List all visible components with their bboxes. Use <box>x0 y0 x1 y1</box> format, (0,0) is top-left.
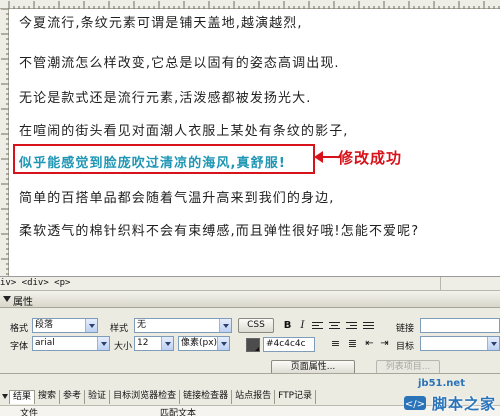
properties-header[interactable]: 属性 <box>0 291 500 308</box>
design-view[interactable]: 今夏流行,条纹元素可谓是铺天盖地,越演越烈, 不管潮流怎么样改变,它总是以固有的… <box>0 0 500 276</box>
tab-ftp-log[interactable]: FTP记录 <box>275 390 317 404</box>
align-justify-icon[interactable] <box>363 320 374 331</box>
window-size-area <box>440 277 500 290</box>
tab-link-checker[interactable]: 链接检查器 <box>180 390 233 404</box>
color-picker-swatch[interactable] <box>246 338 260 352</box>
size-label: 大小 <box>114 342 133 352</box>
align-center-icon[interactable] <box>329 320 340 331</box>
target-label: 目标 <box>396 342 415 352</box>
tab-search[interactable]: 搜索 <box>35 390 61 404</box>
properties-panel: 属性 格式 段落 样式 无 CSS B I 链接 字体 arial 大小 12 … <box>0 291 500 375</box>
css-button[interactable]: CSS <box>238 318 274 333</box>
chevron-down-icon <box>97 337 109 350</box>
paragraph[interactable]: 柔软透气的棉针织料不会有束缚感,而且弹性很好哦!怎能不爱呢? <box>19 220 419 239</box>
horizontal-ruler <box>0 0 500 9</box>
watermark-logo-icon: </> <box>404 396 426 410</box>
paragraph[interactable]: 简单的百搭单品都会随着气温升高来到我们的身边, <box>19 187 334 206</box>
column-file[interactable]: 文件 <box>20 406 38 416</box>
tab-reference[interactable]: 参考 <box>60 390 86 404</box>
style-label: 样式 <box>110 324 129 334</box>
tab-site-reports[interactable]: 站点报告 <box>232 390 276 404</box>
ordered-list-icon[interactable]: ≣ <box>346 337 359 350</box>
paragraph[interactable]: 无论是款式还是流行元素,活泼感都被发扬光大. <box>19 87 311 106</box>
outdent-icon[interactable]: ⇤ <box>363 337 376 350</box>
align-right-icon[interactable] <box>346 320 357 331</box>
unit-select-value: 像素(px) <box>181 338 218 348</box>
annotation-label: 修改成功 <box>338 149 403 167</box>
svg-text:</>: </> <box>405 399 425 410</box>
watermark-url: jb51.net <box>418 378 465 389</box>
format-select-value: 段落 <box>35 320 54 330</box>
font-label: 字体 <box>10 342 29 352</box>
watermark-name: 脚本之家 <box>432 395 497 413</box>
format-label: 格式 <box>10 324 29 334</box>
tag-selector-bar: iv> <div> <p> <box>0 276 500 291</box>
align-left-icon[interactable] <box>312 320 323 331</box>
font-select-value: arial <box>35 338 55 348</box>
size-select-value: 12 <box>137 338 149 348</box>
size-select[interactable]: 12 <box>134 336 174 351</box>
panel-title: 属性 <box>13 297 33 308</box>
bold-button[interactable]: B <box>281 319 294 332</box>
italic-button[interactable]: I <box>296 319 309 332</box>
unit-select[interactable]: 像素(px) <box>178 336 230 351</box>
paragraph[interactable]: 在喧闹的街头看见对面潮人衣服上某处有条纹的影子, <box>19 120 349 139</box>
color-input[interactable]: #4c4c4c <box>263 337 315 352</box>
link-input[interactable] <box>420 318 500 333</box>
style-select-value: 无 <box>137 320 147 330</box>
chevron-down-icon <box>219 319 231 332</box>
paragraph[interactable]: 今夏流行,条纹元素可谓是铺天盖地,越演越烈, <box>19 12 303 31</box>
tag-path[interactable]: iv> <div> <p> <box>0 278 70 288</box>
chevron-down-icon <box>217 337 229 350</box>
style-select[interactable]: 无 <box>134 318 232 333</box>
annotation-arrow-icon <box>314 151 340 163</box>
tab-browser-check[interactable]: 目标浏览器检查 <box>110 390 181 404</box>
font-select[interactable]: arial <box>32 336 110 351</box>
tab-validation[interactable]: 验证 <box>85 390 111 404</box>
paragraph[interactable]: 不管潮流怎么样改变,它总是以固有的姿态高调出现. <box>19 52 340 71</box>
link-label: 链接 <box>396 324 415 334</box>
indent-icon[interactable]: ⇥ <box>378 337 391 350</box>
unordered-list-icon[interactable]: ≡ <box>328 337 341 350</box>
column-matched-text[interactable]: 匹配文本 <box>160 406 196 416</box>
highlight-box <box>13 144 315 174</box>
format-select[interactable]: 段落 <box>32 318 98 333</box>
target-select[interactable] <box>420 336 500 351</box>
chevron-down-icon <box>85 319 97 332</box>
chevron-down-icon <box>487 337 499 350</box>
tab-results[interactable]: 结果 <box>9 390 36 404</box>
vertical-ruler <box>0 9 9 276</box>
collapse-triangle-icon[interactable] <box>3 296 11 302</box>
chevron-down-icon <box>161 337 173 350</box>
